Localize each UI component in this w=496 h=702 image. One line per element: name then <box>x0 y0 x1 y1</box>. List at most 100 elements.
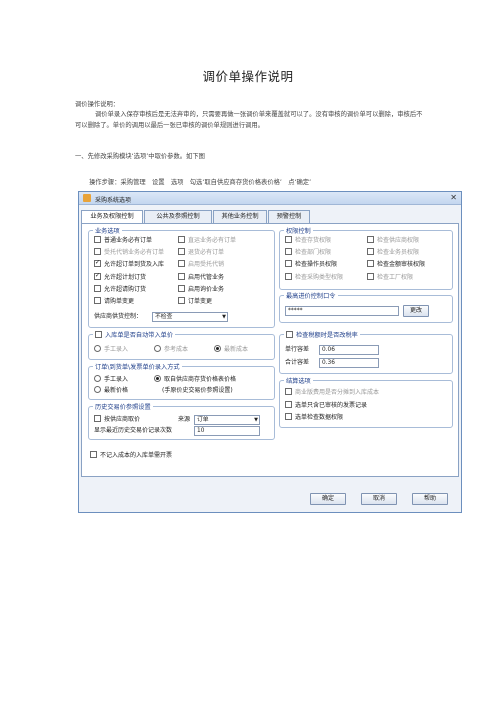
close-icon[interactable]: ✕ <box>450 193 457 202</box>
radio-icon <box>154 375 161 382</box>
authority-checkbox[interactable]: 检查采购类型权限 <box>285 272 343 282</box>
tax-row-tolerance-input[interactable]: 0.06 <box>319 345 379 355</box>
supplier-control-label: 供应商供货控制： <box>94 313 143 320</box>
checkbox-label: 订单变更 <box>188 298 213 305</box>
tax-legend: 检查税额时是否改税率 <box>284 330 360 339</box>
checkbox-label: 检查存货权限 <box>295 237 332 244</box>
authority-checkbox[interactable]: 检查操作员权限 <box>285 260 337 269</box>
history-count-input[interactable]: 10 <box>194 426 260 436</box>
checkbox-label: 直运业务必有订单 <box>188 237 237 244</box>
business-option-checkbox[interactable]: 启用询价业务 <box>178 284 225 294</box>
paragraph-heading: 调价操作说明： <box>75 101 120 108</box>
business-option-checkbox[interactable]: 受托代销业务必有订单 <box>94 248 164 257</box>
checkbox-label: 普通业务必有订单 <box>104 237 153 244</box>
checkbox-label: 检查部门权限 <box>295 249 332 257</box>
settlement-checkbox[interactable]: 商业版费用是否分摊到入库成本 <box>285 388 379 397</box>
source-select[interactable]: 订单 ▼ <box>194 415 260 425</box>
option-label: 取自供应商存货价格表价格 <box>164 376 237 383</box>
authority-checkbox[interactable]: 检查部门权限 <box>285 248 331 257</box>
checkbox-label: 受托代销业务必有订单 <box>104 249 165 257</box>
autofill-latest-cost-radio[interactable]: 最新成本 <box>214 345 248 354</box>
business-option-checkbox[interactable]: 退货必有订单 <box>178 248 224 257</box>
business-option-checkbox[interactable]: 订单变更 <box>178 297 212 306</box>
option-label: 手工录入 <box>104 376 129 383</box>
operation-steps: 操作步骤：采购管理 设置 选项 勾选‘取自供应商存货价格表价格’ 点‘确定’ <box>89 179 312 186</box>
by-supplier-checkbox[interactable]: 按供应商取价 <box>94 415 140 424</box>
checkbox-icon <box>367 248 374 256</box>
help-button[interactable]: 帮助 <box>412 493 448 505</box>
checkbox-label: 允许超计划订货 <box>104 273 147 281</box>
business-option-checkbox[interactable]: 普通业务必有订单 <box>94 236 152 245</box>
autofill-manual-radio[interactable]: 手工录入 <box>94 345 128 354</box>
supplier-control-select[interactable]: 不检查 ▼ <box>152 312 228 322</box>
option-label: 最新价格 <box>104 387 129 394</box>
tax-row-label: 单行容差 <box>285 346 310 353</box>
price-latest-radio[interactable]: 最新价格 <box>94 386 128 395</box>
authority-checkbox[interactable]: 检查工厂权限 <box>367 272 413 282</box>
checkbox-label: 选单检查数据权限 <box>295 414 344 421</box>
checkbox-icon <box>178 272 185 280</box>
step-heading: 一、先修改采购模块‘选项’中取价参数。如下图 <box>75 153 205 160</box>
autofill-reference-cost-radio[interactable]: 参考成本 <box>154 345 188 354</box>
change-password-button[interactable]: 更改 <box>403 305 429 317</box>
checkbox-icon <box>94 415 101 422</box>
checkbox-icon <box>367 272 374 280</box>
history-count-label: 显示最近历史交易价记录次数 <box>94 427 173 434</box>
password-legend: 最高进价控制口令 <box>286 293 336 300</box>
settlement-checkbox[interactable]: 选单只含已审核的发票记录 <box>285 400 368 410</box>
checkbox-icon <box>178 297 185 304</box>
checkbox-label: 检查操作员权限 <box>295 261 338 269</box>
tax-total-tolerance-input[interactable]: 0.36 <box>319 358 379 368</box>
supplier-control-value: 不检查 <box>155 314 173 320</box>
tab-common[interactable]: 公共及参照控制 <box>144 210 212 223</box>
tab-other[interactable]: 其他业务控制 <box>213 210 267 223</box>
authority-legend: 权限控制 <box>286 228 311 235</box>
app-icon <box>83 194 91 202</box>
checkbox-label: 退货必有订单 <box>188 249 225 257</box>
cancel-button[interactable]: 取消 <box>361 493 397 505</box>
business-option-checkbox[interactable]: 请购单变更 <box>94 297 134 306</box>
ok-button[interactable]: 确定 <box>310 493 346 505</box>
tax-legend-text: 检查税额时是否改税率 <box>296 332 358 339</box>
authority-checkbox[interactable]: 检查金额审核权限 <box>367 260 425 269</box>
authority-checkbox[interactable]: 检查存货权限 <box>285 236 331 245</box>
price-supplier-list-radio[interactable]: 取自供应商存货价格表价格 <box>154 375 236 384</box>
radio-icon <box>94 386 101 393</box>
checkbox-icon <box>285 413 292 420</box>
checkbox-icon <box>94 272 101 280</box>
checkbox-label: 选单只含已审核的发票记录 <box>295 401 368 409</box>
authority-checkbox[interactable]: 检查业务员权限 <box>367 248 419 257</box>
checkbox-icon <box>285 388 292 395</box>
checkbox-label: 检查供应商权限 <box>377 237 420 244</box>
password-field[interactable]: ***** <box>285 306 399 316</box>
price-manual-radio[interactable]: 手工录入 <box>94 375 128 384</box>
no-cost-invoice-checkbox[interactable]: 不记入成本的入库单需开票 <box>90 451 172 460</box>
business-option-checkbox[interactable]: 允许超计划订货 <box>94 272 147 282</box>
checkbox-icon <box>90 451 97 458</box>
business-option-checkbox[interactable]: 直运业务必有订单 <box>178 236 236 245</box>
price-history-note: (手原价史交易价参照设置) <box>162 387 233 394</box>
tab-business[interactable]: 业务及权限控制 <box>81 210 143 224</box>
business-option-checkbox[interactable]: 启用代管业务 <box>178 272 224 282</box>
tax-total-label: 合计容差 <box>285 359 310 366</box>
checkbox-label: 检查金额审核权限 <box>377 261 426 269</box>
autofill-legend: 入库单是否自动带入单价 <box>93 330 175 339</box>
authority-checkbox[interactable]: 检查供应商权限 <box>367 236 419 245</box>
checkbox-icon <box>94 236 101 243</box>
business-option-checkbox[interactable]: 允许超订单到货及入库 <box>94 260 164 269</box>
option-label: 最新成本 <box>224 346 249 353</box>
tab-panel: 业务选项 供应商供货控制： 不检查 ▼ 权限控制 最高进价控制口令 ***** … <box>81 223 459 477</box>
business-option-checkbox[interactable]: 启用受托代销 <box>178 260 224 269</box>
source-value: 订单 <box>197 417 209 423</box>
dialog-title: 采购系统选项 <box>95 197 132 204</box>
checkbox-icon <box>178 260 185 268</box>
checkbox-icon <box>285 400 292 408</box>
settlement-legend: 结算选项 <box>286 378 311 385</box>
tax-checkbox[interactable] <box>286 330 293 338</box>
tab-warning[interactable]: 预警控制 <box>268 210 310 223</box>
business-option-checkbox[interactable]: 允许超请购订货 <box>94 284 146 294</box>
checkbox-label: 启用询价业务 <box>188 285 225 293</box>
chevron-down-icon: ▼ <box>254 417 258 423</box>
autofill-checkbox[interactable] <box>95 330 102 338</box>
settlement-checkbox[interactable]: 选单检查数据权限 <box>285 413 343 422</box>
